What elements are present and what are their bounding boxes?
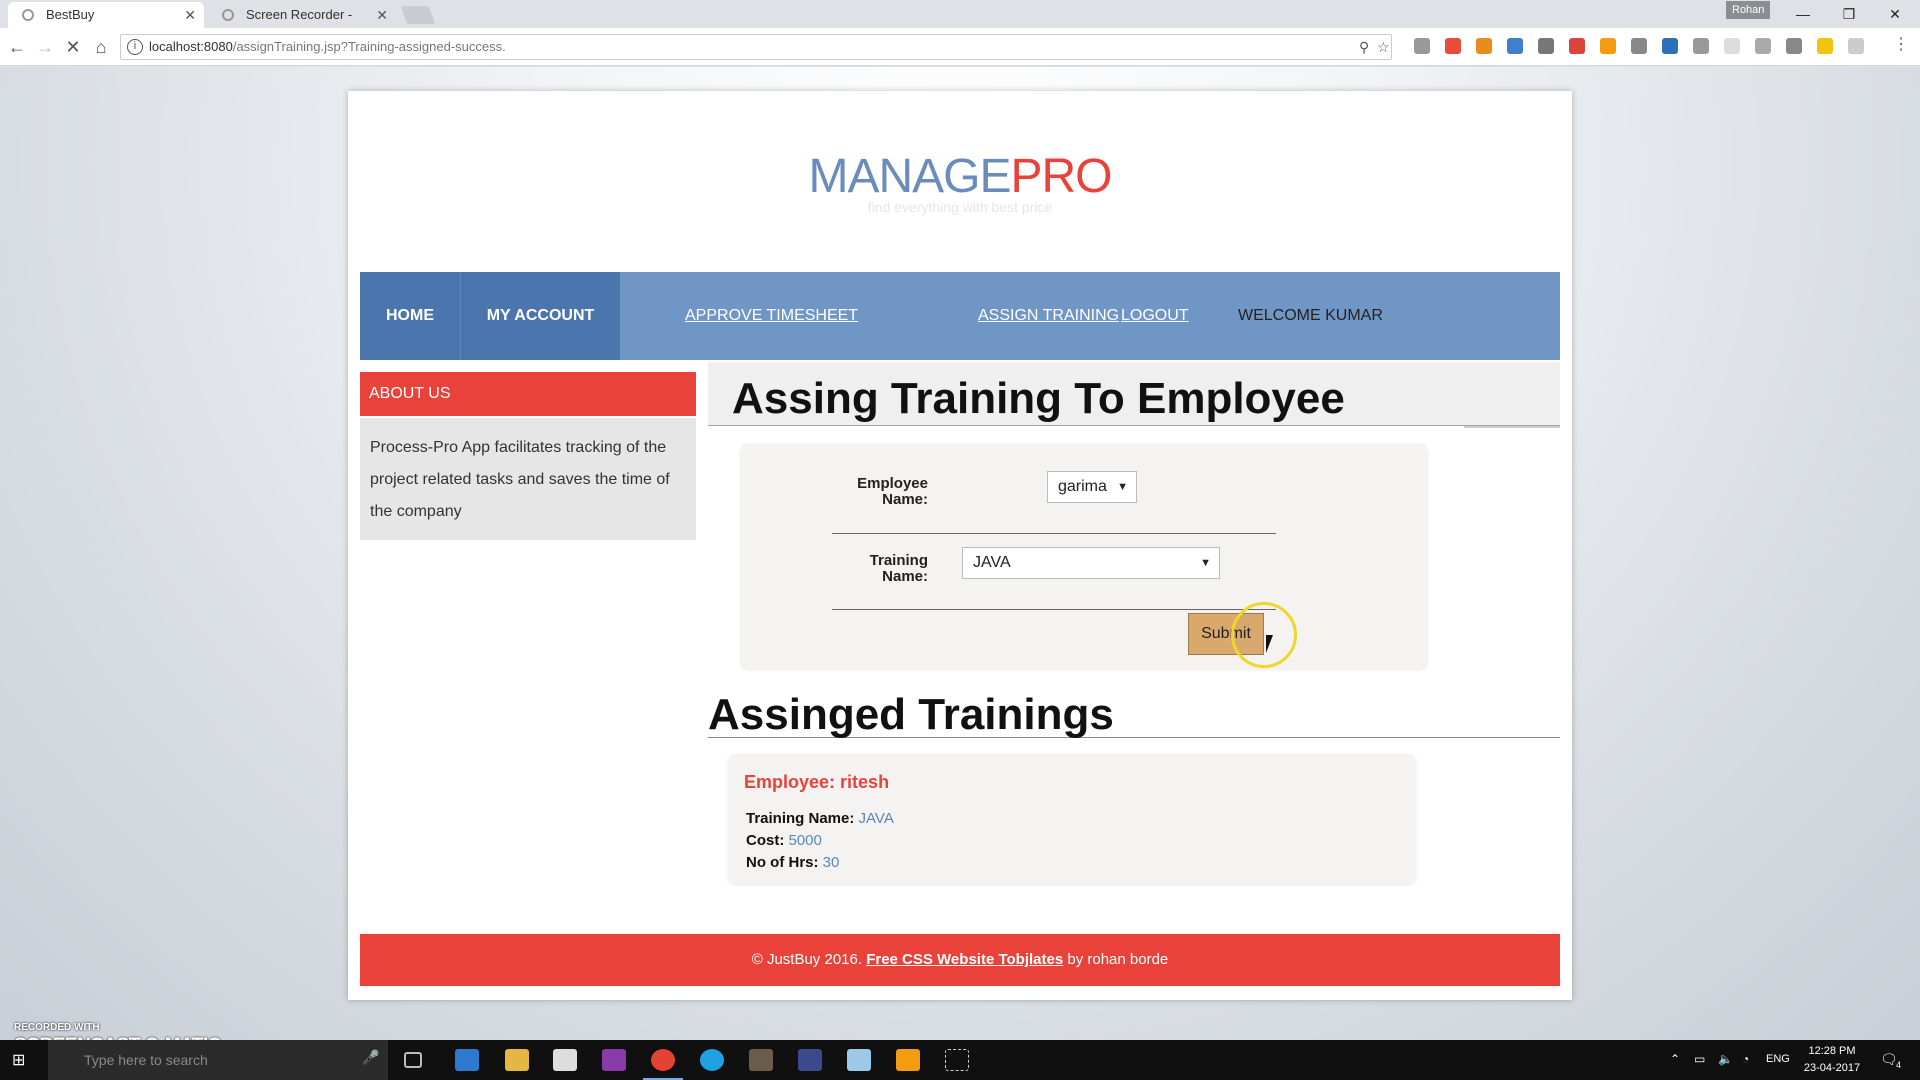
new-tab-button[interactable]	[400, 6, 436, 24]
restore-icon[interactable]: ❐	[1826, 0, 1872, 28]
clock-time[interactable]: 12:28 PM	[1802, 1045, 1862, 1057]
minimize-icon[interactable]: —	[1780, 0, 1826, 28]
dropdown-arrow-icon: ▼	[1200, 557, 1211, 569]
app-icon[interactable]	[847, 1049, 871, 1071]
divider	[832, 533, 1276, 534]
profile-badge[interactable]: Rohan	[1726, 1, 1771, 19]
extension-icon[interactable]	[1600, 38, 1616, 54]
extension-icon[interactable]	[1507, 38, 1523, 54]
network-icon[interactable]: ▭	[1694, 1052, 1705, 1066]
extension-icon[interactable]	[1817, 38, 1833, 54]
close-tab-icon[interactable]: ✕	[184, 2, 196, 28]
nav-assign-training[interactable]: ASSIGN TRAINING	[978, 272, 1119, 360]
tab-screen-recorder[interactable]: Screen Recorder - Recor ✕	[208, 2, 396, 48]
form-title-bar: Assing Training To Employee	[708, 362, 1560, 428]
extension-icon[interactable]	[1693, 38, 1709, 54]
nav-my-account[interactable]: MY ACCOUNT	[460, 272, 620, 360]
bookmark-star-icon[interactable]: ☆	[1377, 39, 1390, 56]
training-name-label: Training Name:	[869, 552, 928, 585]
tab-bestbuy[interactable]: BestBuy ✕	[8, 2, 204, 28]
nav-home[interactable]: HOME	[360, 272, 460, 360]
extension-icon[interactable]	[1569, 38, 1585, 54]
title-underline	[1464, 426, 1560, 428]
microphone-icon[interactable]: 🎤	[362, 1049, 386, 1071]
extension-icon[interactable]	[1445, 38, 1461, 54]
extension-icon[interactable]	[1724, 38, 1740, 54]
app-icon[interactable]	[749, 1049, 773, 1071]
main-nav: HOME MY ACCOUNT APPROVE TIMESHEET ASSIGN…	[360, 272, 1560, 360]
nav-approve-timesheet[interactable]: APPROVE TIMESHEET	[685, 272, 858, 360]
extension-icon[interactable]	[1848, 38, 1864, 54]
skype-icon[interactable]	[700, 1049, 724, 1071]
extension-icon[interactable]	[1662, 38, 1678, 54]
loading-icon	[22, 9, 34, 21]
url-text: localhost:8080/assignTraining.jsp?Traini…	[149, 39, 506, 54]
footer-link[interactable]: Free CSS Website Tobjlates	[866, 951, 1063, 968]
back-icon[interactable]: ←	[6, 36, 28, 58]
file-explorer-icon[interactable]	[505, 1049, 529, 1071]
site-tagline: find everything with best price	[867, 199, 1053, 215]
extension-icon[interactable]	[1755, 38, 1771, 54]
wifi-icon[interactable]: ◔	[1742, 1052, 1749, 1066]
info-icon[interactable]: i	[127, 39, 143, 55]
sidebar-text: Process-Pro App facilitates tracking of …	[360, 418, 696, 540]
extension-icon[interactable]	[1631, 38, 1647, 54]
snipping-tool-icon[interactable]	[945, 1049, 969, 1071]
extension-icon[interactable]	[1414, 38, 1430, 54]
tray-chevron-icon[interactable]: ⌃	[1670, 1052, 1680, 1066]
address-bar[interactable]: i localhost:8080/assignTraining.jsp?Trai…	[120, 34, 1392, 60]
card-employee: Employee: ritesh	[744, 772, 890, 792]
divider	[832, 609, 1276, 610]
onenote-icon[interactable]	[602, 1049, 626, 1071]
extension-icon[interactable]	[1476, 38, 1492, 54]
notification-count: 4	[1896, 1060, 1902, 1070]
site-logo[interactable]: MANAGEPRO	[348, 149, 1572, 204]
taskbar-search[interactable]: Type here to search	[48, 1040, 388, 1080]
nav-logout[interactable]: LOGOUT	[1121, 272, 1189, 360]
menu-icon[interactable]: ⋮	[1893, 37, 1909, 54]
welcome-text: WELCOME KUMAR	[1238, 307, 1383, 324]
stop-icon[interactable]: ✕	[62, 36, 84, 58]
assigned-title: Assinged Trainings	[708, 690, 1114, 739]
extension-icon[interactable]	[1786, 38, 1802, 54]
employee-name-label: Employee Name:	[857, 475, 928, 508]
zoom-icon[interactable]: ⚲	[1359, 39, 1369, 56]
task-view-icon[interactable]	[404, 1052, 422, 1068]
assigned-training-card: Employee: ritesh Training Name: JAVA Cos…	[728, 754, 1416, 884]
mouse-cursor-icon	[1266, 635, 1280, 653]
card-cost-row: Cost: 5000	[746, 832, 822, 849]
clock-date[interactable]: 23-04-2017	[1800, 1062, 1864, 1074]
close-tab-icon[interactable]: ✕	[376, 2, 388, 28]
card-hours-row: No of Hrs: 30	[746, 854, 840, 871]
recorder-icon	[222, 9, 234, 21]
browser-tab-bar: BestBuy ✕ Screen Recorder - Recor ✕ Roha…	[0, 0, 1920, 48]
page-container: MANAGEPRO find everything with best pric…	[348, 91, 1572, 1000]
windows-taskbar: ⊞ Type here to search 🎤 ⌃ ▭ 🔈 ◔ ENG 12:2…	[0, 1040, 1920, 1080]
page-title: Assing Training To Employee	[732, 374, 1345, 423]
chrome-icon[interactable]	[651, 1049, 675, 1071]
language-indicator[interactable]: ENG	[1766, 1053, 1790, 1065]
close-window-icon[interactable]: ✕	[1872, 0, 1918, 28]
windows-start-icon[interactable]: ⊞	[12, 1050, 32, 1070]
store-icon[interactable]	[553, 1049, 577, 1071]
volume-icon[interactable]: 🔈	[1718, 1052, 1733, 1066]
card-training-row: Training Name: JAVA	[746, 810, 894, 827]
visual-studio-icon[interactable]	[798, 1049, 822, 1071]
edge-icon[interactable]	[455, 1049, 479, 1071]
screencast-icon[interactable]	[896, 1049, 920, 1071]
assigned-section-header: Assinged Trainings	[708, 690, 1560, 739]
tab-title: BestBuy	[46, 7, 95, 22]
forward-icon[interactable]: →	[34, 36, 56, 58]
dropdown-arrow-icon: ▼	[1117, 481, 1128, 493]
site-footer: © JustBuy 2016. Free CSS Website Tobjlat…	[360, 934, 1560, 986]
home-icon[interactable]: ⌂	[90, 36, 112, 58]
employee-select[interactable]: garima ▼	[1047, 471, 1137, 503]
cast-icon[interactable]	[1538, 38, 1554, 54]
sidebar-title: ABOUT US	[360, 372, 696, 416]
training-select[interactable]: JAVA ▼	[962, 547, 1220, 579]
click-highlight	[1231, 602, 1297, 668]
